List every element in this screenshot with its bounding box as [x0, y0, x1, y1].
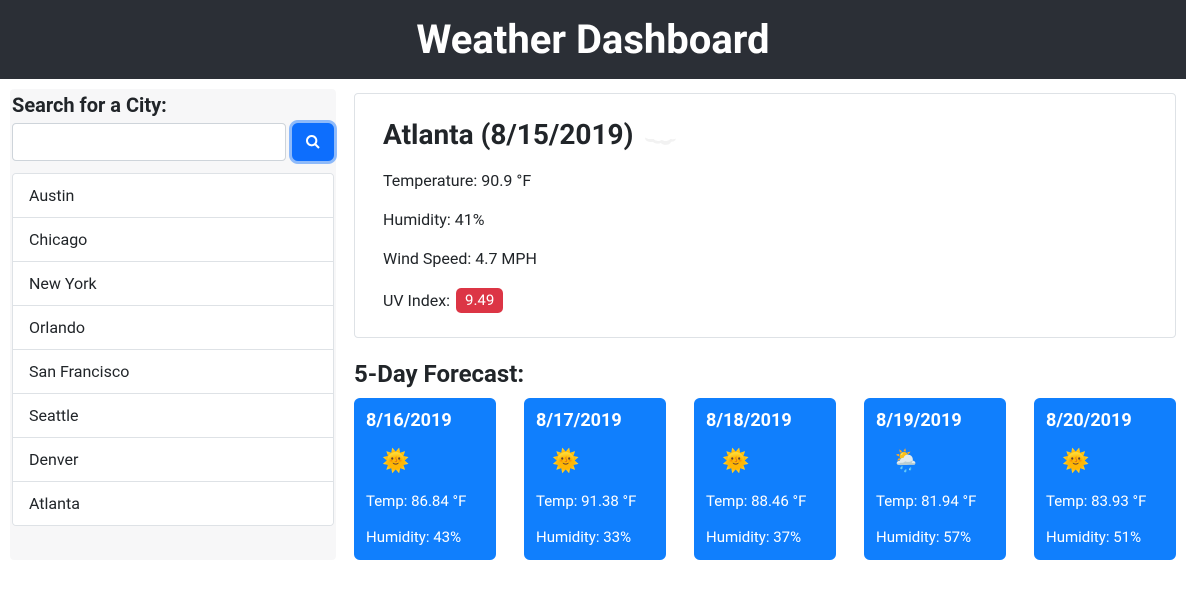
- forecast-date: 8/17/2019: [536, 410, 654, 431]
- sunny-icon: 🌞: [1046, 449, 1164, 474]
- search-button[interactable]: [292, 123, 334, 161]
- forecast-humidity: Humidity: 37%: [706, 528, 824, 546]
- sunny-icon: 🌞: [706, 449, 824, 474]
- history-item[interactable]: San Francisco: [13, 350, 333, 394]
- main-panel: Atlanta (8/15/2019) ☁️ Temperature: 90.9…: [354, 89, 1176, 560]
- history-item[interactable]: Atlanta: [13, 482, 333, 525]
- rain-sun-icon: 🌦️: [876, 449, 994, 474]
- history-item[interactable]: New York: [13, 262, 333, 306]
- sidebar: Search for a City: Austin Chicago New Yo…: [10, 89, 336, 560]
- forecast-card: 8/16/2019 🌞 Temp: 86.84 °F Humidity: 43%: [354, 398, 496, 560]
- search-input[interactable]: [12, 123, 286, 161]
- cloud-icon: ☁️: [643, 118, 678, 151]
- forecast-humidity: Humidity: 43%: [366, 528, 484, 546]
- forecast-card: 8/19/2019 🌦️ Temp: 81.94 °F Humidity: 57…: [864, 398, 1006, 560]
- uv-badge: 9.49: [456, 288, 503, 313]
- forecast-humidity: Humidity: 51%: [1046, 528, 1164, 546]
- forecast-temp: Temp: 86.84 °F: [366, 492, 484, 510]
- forecast-temp: Temp: 88.46 °F: [706, 492, 824, 510]
- forecast-date: 8/20/2019: [1046, 410, 1164, 431]
- history-list: Austin Chicago New York Orlando San Fran…: [12, 173, 334, 526]
- forecast-title: 5-Day Forecast:: [354, 360, 1176, 388]
- forecast-temp: Temp: 83.93 °F: [1046, 492, 1164, 510]
- forecast-date: 8/16/2019: [366, 410, 484, 431]
- history-item[interactable]: Austin: [13, 174, 333, 218]
- history-item[interactable]: Seattle: [13, 394, 333, 438]
- current-city-date: Atlanta (8/15/2019): [383, 118, 633, 151]
- current-weather-card: Atlanta (8/15/2019) ☁️ Temperature: 90.9…: [354, 93, 1176, 338]
- current-humidity: Humidity: 41%: [383, 210, 1147, 229]
- current-wind: Wind Speed: 4.7 MPH: [383, 249, 1147, 268]
- forecast-date: 8/18/2019: [706, 410, 824, 431]
- sunny-icon: 🌞: [366, 449, 484, 474]
- forecast-card: 8/20/2019 🌞 Temp: 83.93 °F Humidity: 51%: [1034, 398, 1176, 560]
- forecast-temp: Temp: 81.94 °F: [876, 492, 994, 510]
- search-icon: [305, 134, 321, 150]
- forecast-card: 8/18/2019 🌞 Temp: 88.46 °F Humidity: 37%: [694, 398, 836, 560]
- search-label: Search for a City:: [12, 93, 336, 117]
- page-header: Weather Dashboard: [0, 0, 1186, 79]
- sunny-icon: 🌞: [536, 449, 654, 474]
- forecast-row: 8/16/2019 🌞 Temp: 86.84 °F Humidity: 43%…: [354, 398, 1176, 560]
- history-item[interactable]: Chicago: [13, 218, 333, 262]
- forecast-humidity: Humidity: 57%: [876, 528, 994, 546]
- forecast-humidity: Humidity: 33%: [536, 528, 654, 546]
- uv-label: UV Index:: [383, 291, 450, 310]
- history-item[interactable]: Denver: [13, 438, 333, 482]
- forecast-date: 8/19/2019: [876, 410, 994, 431]
- page-title: Weather Dashboard: [0, 16, 1186, 63]
- forecast-card: 8/17/2019 🌞 Temp: 91.38 °F Humidity: 33%: [524, 398, 666, 560]
- forecast-temp: Temp: 91.38 °F: [536, 492, 654, 510]
- history-item[interactable]: Orlando: [13, 306, 333, 350]
- current-temperature: Temperature: 90.9 °F: [383, 171, 1147, 190]
